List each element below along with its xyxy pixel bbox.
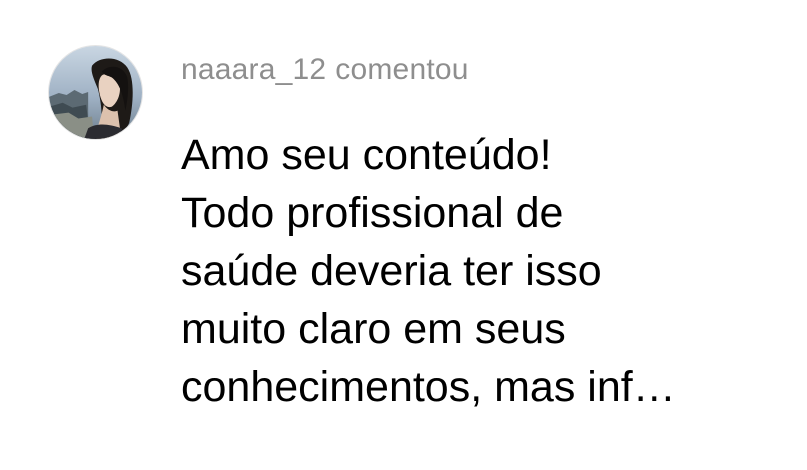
comment-action-label: comentou bbox=[335, 53, 469, 86]
comment-header: naaara_12 comentou bbox=[181, 50, 469, 90]
avatar-photo-icon bbox=[49, 46, 142, 139]
comment-username[interactable]: naaara_12 bbox=[181, 53, 326, 86]
comment-body: Amo seu conteúdo! Todo profissional de s… bbox=[181, 131, 676, 411]
comment-notification[interactable]: naaara_12 comentou Amo seu conteúdo! Todo… bbox=[0, 0, 807, 470]
user-avatar[interactable] bbox=[48, 45, 143, 140]
